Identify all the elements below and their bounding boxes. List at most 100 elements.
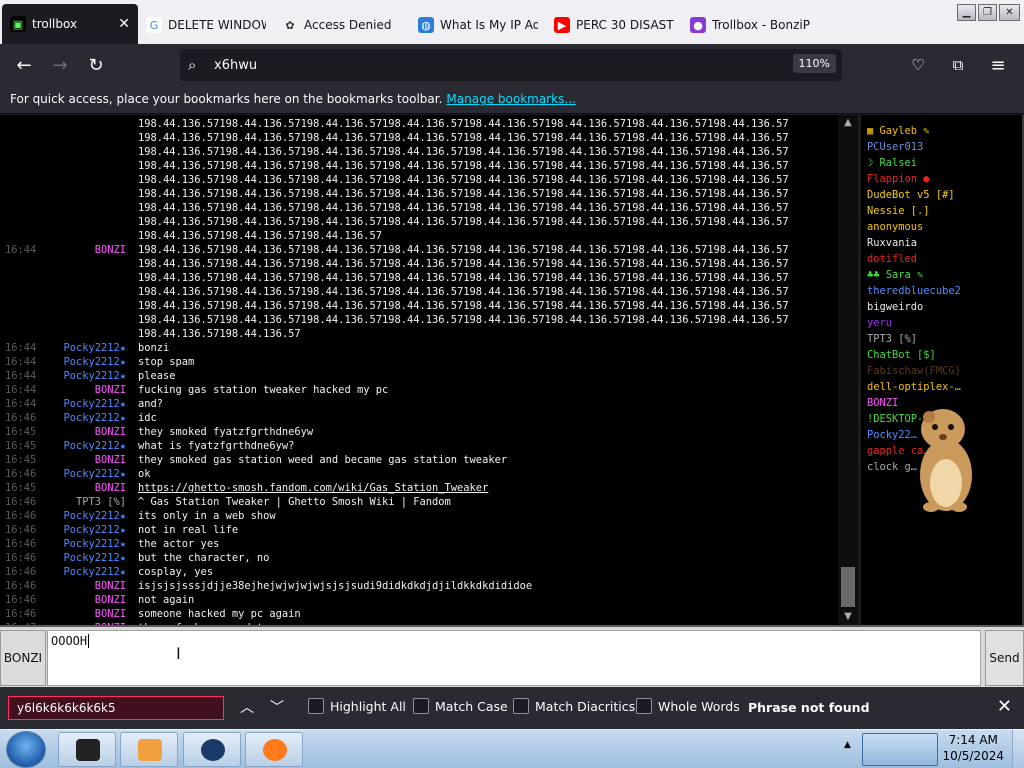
- user-list-item[interactable]: ♣♣ Sara ✎: [867, 267, 961, 283]
- user-list-item[interactable]: dell-optiplex-…: [867, 379, 961, 395]
- user-list-item[interactable]: dotifled: [867, 251, 961, 267]
- message-input[interactable]: OOOOH: [47, 630, 981, 686]
- user-list-item[interactable]: yeru: [867, 315, 961, 331]
- message-text: 198.44.136.57198.44.136.57: [138, 328, 301, 340]
- chat-message: 198.44.136.57198.44.136.57198.44.136.571…: [0, 271, 838, 285]
- message-user: [48, 117, 138, 131]
- reload-button[interactable]: ↻: [78, 49, 114, 81]
- message-time: 16:46: [5, 552, 37, 564]
- chat-scrollbar[interactable]: ▲ ▼: [838, 115, 858, 625]
- user-list-item[interactable]: DudeBot v5 [#]: [867, 187, 961, 203]
- globe-icon: ◍: [418, 17, 434, 33]
- message-user: BONZI: [94, 244, 126, 256]
- user-list-item[interactable]: ChatBot [$]: [867, 347, 961, 363]
- zoom-level-button[interactable]: 110%: [792, 54, 836, 73]
- tab-3[interactable]: ◍ What Is My IP Add: [410, 6, 546, 44]
- whole-words-checkbox[interactable]: Whole Words: [636, 698, 740, 714]
- message-time: 16:44: [5, 342, 37, 354]
- message-user: [48, 145, 138, 159]
- back-button[interactable]: ←: [6, 49, 42, 81]
- chat-message: 198.44.136.57198.44.136.57198.44.136.571…: [0, 299, 838, 313]
- url-text: x6hwu: [214, 57, 258, 73]
- chat-message: 198.44.136.57198.44.136.57198.44.136.571…: [0, 117, 838, 131]
- message-text: what is fyatzfgrthdne6yw?: [138, 440, 295, 452]
- find-next-button[interactable]: ﹀: [270, 697, 284, 717]
- maximize-button[interactable]: ❐: [978, 4, 997, 21]
- scroll-down-icon[interactable]: ▼: [842, 611, 854, 623]
- send-button[interactable]: Send: [985, 630, 1024, 686]
- close-window-button[interactable]: ✕: [999, 4, 1020, 21]
- firefox-icon: [263, 739, 287, 761]
- message-time: [0, 271, 48, 285]
- match-case-checkbox[interactable]: Match Case: [413, 698, 508, 714]
- message-text: 198.44.136.57198.44.136.57198.44.136.571…: [138, 146, 789, 158]
- message-user: [48, 159, 138, 173]
- manage-bookmarks-link[interactable]: Manage bookmarks...: [446, 92, 575, 106]
- message-time: [0, 215, 48, 229]
- highlight-all-checkbox[interactable]: Highlight All: [308, 698, 406, 714]
- chat-message: 16:46 Pocky2212★ idc: [0, 411, 838, 425]
- chat-message: 16:45 BONZI they smoked gas station weed a…: [0, 453, 838, 467]
- extensions-button[interactable]: ⧉: [940, 49, 976, 81]
- window-controls: ▁ ❐ ✕: [957, 4, 1020, 21]
- show-desktop-button[interactable]: [1012, 730, 1024, 768]
- scroll-up-icon[interactable]: ▲: [842, 117, 854, 129]
- message-time: [0, 257, 48, 271]
- message-text: ok: [138, 468, 151, 480]
- match-diacritics-checkbox[interactable]: Match Diacritics: [513, 698, 635, 714]
- message-user: Pocky2212★: [63, 566, 126, 578]
- tab-2[interactable]: ✿ Access Denied: [274, 6, 410, 44]
- tray-expand-icon[interactable]: ▲: [844, 740, 851, 750]
- taskbar-app-button[interactable]: [245, 732, 303, 767]
- user-list-item[interactable]: Ruxvania: [867, 235, 961, 251]
- minimize-button[interactable]: ▁: [957, 4, 976, 21]
- user-list-item[interactable]: TPT3 [%]: [867, 331, 961, 347]
- tab-1[interactable]: G DELETE WINDOW: [138, 6, 274, 44]
- user-list-item[interactable]: Fabischaw(FMCG): [867, 363, 961, 379]
- start-button[interactable]: [6, 731, 46, 768]
- user-list-item[interactable]: ▦ Gayleb ✎: [867, 123, 961, 139]
- message-time: 16:46: [5, 510, 37, 522]
- chat-message: 16:44 BONZI 198.44.136.57198.44.136.57198.…: [0, 243, 838, 257]
- message-time: 16:44: [5, 244, 37, 256]
- message-user: BONZI: [94, 594, 126, 606]
- chat-message: 16:44 Pocky2212★ bonzi: [0, 341, 838, 355]
- chat-message: 198.44.136.57198.44.136.57: [0, 327, 838, 341]
- taskbar-app-button[interactable]: [58, 732, 116, 767]
- message-link[interactable]: https://ghetto-smosh.fandom.com/wiki/Gas…: [138, 481, 838, 495]
- clock-date: 10/5/2024: [942, 749, 1004, 763]
- tab-5[interactable]: ● Trollbox - BonziPE: [682, 6, 818, 44]
- taskbar-app-button[interactable]: [183, 732, 241, 767]
- system-clock[interactable]: 7:14 AM 10/5/2024: [942, 732, 1004, 764]
- url-bar[interactable]: ⌕ x6hwu 110%: [180, 49, 842, 81]
- find-input[interactable]: y6l6k6k6k6k6k5: [8, 696, 224, 720]
- chat-message: 16:46 BONZI not again: [0, 593, 838, 607]
- message-text: 198.44.136.57198.44.136.57198.44.136.57: [138, 230, 382, 242]
- chat-message: 16:46 Pocky2212★ cosplay, yes: [0, 565, 838, 579]
- menu-button[interactable]: ≡: [980, 49, 1016, 81]
- chat-message: 198.44.136.57198.44.136.57198.44.136.571…: [0, 187, 838, 201]
- user-list-item[interactable]: ☽ Ralsei: [867, 155, 961, 171]
- message-text: 198.44.136.57198.44.136.57198.44.136.571…: [138, 174, 789, 186]
- message-text: the actor yes: [138, 538, 220, 550]
- message-text: bonzi: [138, 342, 170, 354]
- message-user: TPT3 [%]: [75, 496, 126, 508]
- user-list-item[interactable]: anonymous: [867, 219, 961, 235]
- forward-button[interactable]: →: [42, 49, 78, 81]
- tray-app-button[interactable]: [862, 733, 938, 766]
- pocket-button[interactable]: ♡: [900, 49, 936, 81]
- user-list-item[interactable]: Flappion ●: [867, 171, 961, 187]
- user-list-item[interactable]: Nessie [.]: [867, 203, 961, 219]
- user-list-item[interactable]: bigweirdo: [867, 299, 961, 315]
- scroll-thumb[interactable]: [841, 567, 855, 607]
- close-find-button[interactable]: ✕: [997, 696, 1012, 717]
- chat-message: 16:44 Pocky2212★ stop spam: [0, 355, 838, 369]
- find-previous-button[interactable]: ︿: [240, 697, 254, 717]
- reload-icon: ↻: [88, 54, 104, 76]
- close-tab-icon[interactable]: ✕: [118, 16, 130, 32]
- taskbar-app-button[interactable]: [120, 732, 178, 767]
- tab-4[interactable]: ▶ PERC 30 DISASTE: [546, 6, 682, 44]
- tab-0[interactable]: ▣ trollbox ✕: [2, 4, 138, 44]
- user-list-item[interactable]: theredbluecube2: [867, 283, 961, 299]
- user-list-item[interactable]: PCUser013: [867, 139, 961, 155]
